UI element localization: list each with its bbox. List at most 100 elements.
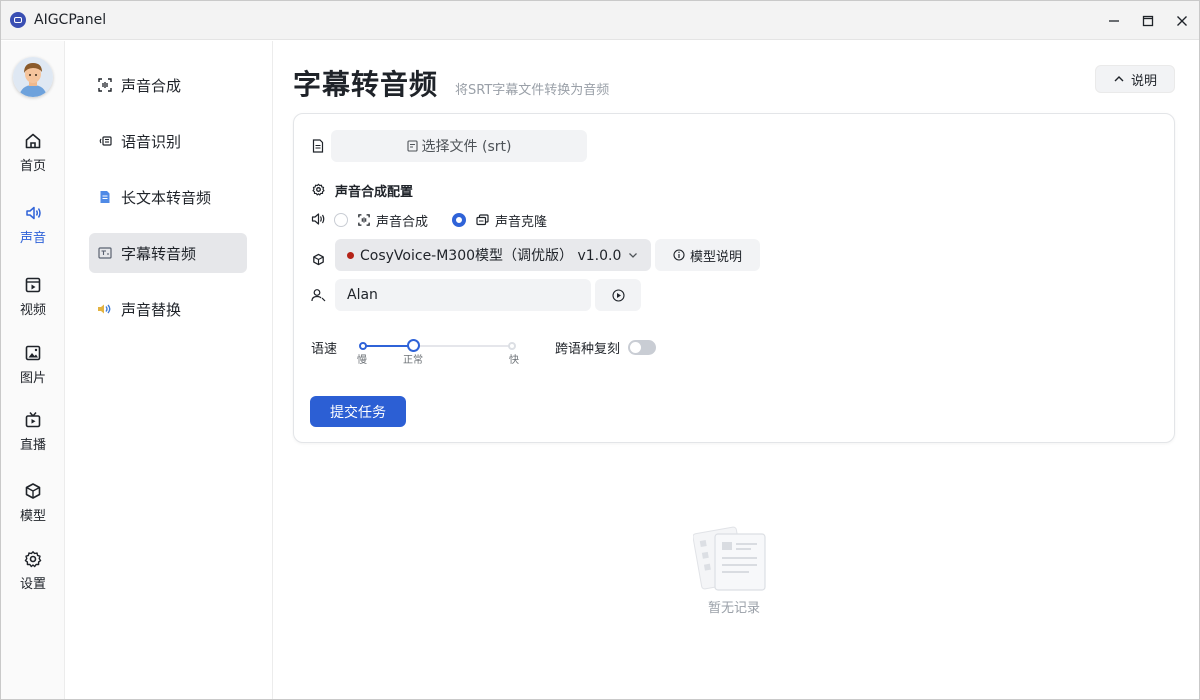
- image-icon: [25, 345, 41, 361]
- subnav-label: 字幕转音频: [121, 244, 197, 263]
- nav-label: 设置: [19, 577, 46, 592]
- radio-circle-checked[interactable]: [452, 213, 467, 227]
- live-icon: [25, 412, 41, 428]
- radio-sound-synthesis[interactable]: 声音合成: [334, 211, 428, 230]
- nav-label: 图片: [19, 371, 46, 386]
- subnav-label: 长文本转音频: [121, 188, 212, 207]
- cross-lingual-label: 跨语种复刻: [555, 342, 621, 357]
- subtitle-icon: [97, 245, 113, 261]
- speed-slider[interactable]: [359, 339, 516, 352]
- gear-icon: [24, 551, 42, 568]
- help-label: 说明: [1130, 73, 1157, 89]
- model-info-label: 模型说明: [689, 249, 742, 265]
- app-window: AIGCPanel 首页 声音 视频 图片 直播 模型 设置 声音合成 语音识别…: [0, 0, 1200, 700]
- empty-records-icon: [692, 524, 769, 598]
- task-form-card: 选择文件 (srt) 声音合成配置 声音合成 声音克隆 CosyVoice-M3…: [293, 113, 1175, 443]
- nav-label: 首页: [19, 159, 46, 174]
- maximize-icon: [1142, 15, 1154, 26]
- play-icon: [611, 288, 625, 302]
- app-logo-icon: [10, 12, 26, 28]
- config-title: 声音合成配置: [335, 185, 414, 200]
- nav-label: 模型: [19, 509, 46, 524]
- video-icon: [25, 277, 41, 293]
- close-icon: [1177, 15, 1187, 26]
- subnav-item-sound-synthesis[interactable]: 声音合成: [89, 65, 247, 105]
- nav-item-sound[interactable]: 声音: [1, 197, 65, 253]
- chevron-up-icon: [1114, 76, 1124, 82]
- radio-sound-clone[interactable]: 声音克隆: [452, 211, 547, 230]
- cross-lingual-toggle[interactable]: [628, 340, 656, 355]
- minimize-icon: [1109, 19, 1119, 22]
- subnav-label: 声音合成: [121, 76, 182, 95]
- subnav-item-subtitle-to-audio[interactable]: 字幕转音频: [89, 233, 247, 273]
- app-title: AIGCPanel: [34, 12, 107, 28]
- primary-nav: 首页 声音 视频 图片 直播 模型 设置: [1, 41, 65, 699]
- nav-item-video[interactable]: 视频: [1, 269, 65, 325]
- model-status-dot: [347, 251, 354, 259]
- avatar[interactable]: [13, 57, 53, 97]
- scan-icon: [358, 214, 370, 226]
- select-file-button[interactable]: 选择文件 (srt): [331, 130, 587, 162]
- nav-label: 视频: [19, 303, 46, 318]
- speed-mark-label: 正常: [403, 355, 423, 366]
- maximize-button[interactable]: [1131, 1, 1165, 40]
- cube-icon: [310, 251, 326, 267]
- model-info-button[interactable]: 模型说明: [655, 239, 760, 271]
- info-icon: [673, 249, 685, 261]
- nav-item-home[interactable]: 首页: [1, 125, 65, 181]
- radio-label: 声音合成: [376, 214, 429, 230]
- subnav-item-sound-replace[interactable]: 声音替换: [89, 289, 247, 329]
- radio-circle[interactable]: [334, 213, 348, 227]
- window-controls: [1097, 1, 1199, 40]
- help-button[interactable]: 说明: [1095, 65, 1175, 93]
- select-file-label: 选择文件 (srt): [421, 139, 512, 155]
- home-icon: [25, 133, 41, 149]
- scan-icon: [97, 77, 113, 93]
- main-content: 字幕转音频 将SRT字幕文件转换为音频 说明 选择文件 (srt) 声音合成配置: [273, 41, 1199, 699]
- volume-icon: [310, 211, 326, 227]
- mode-radio-group: 声音合成 声音克隆: [334, 210, 571, 230]
- settings-icon: [310, 181, 326, 197]
- empty-records-text: 暂无记录: [707, 601, 760, 616]
- voice-select-value: Alan: [347, 287, 378, 303]
- file-icon: [310, 138, 326, 154]
- nav-item-live[interactable]: 直播: [1, 404, 65, 460]
- play-preview-button[interactable]: [595, 279, 641, 311]
- subnav-label: 声音替换: [121, 300, 182, 319]
- chevron-down-icon: [629, 253, 637, 258]
- toggle-knob: [630, 342, 641, 353]
- slider-fill: [362, 345, 413, 347]
- nav-item-settings[interactable]: 设置: [1, 543, 65, 599]
- submit-task-button[interactable]: 提交任务: [310, 396, 406, 427]
- slider-mark-fast[interactable]: [508, 342, 516, 350]
- nav-item-image[interactable]: 图片: [1, 337, 65, 393]
- file-select-icon: [406, 140, 418, 152]
- secondary-nav: 声音合成 语音识别 长文本转音频 字幕转音频 声音替换: [65, 41, 273, 699]
- page-title: 字幕转音频: [293, 68, 439, 101]
- page-subtitle: 将SRT字幕文件转换为音频: [455, 83, 610, 98]
- minimize-button[interactable]: [1097, 1, 1131, 40]
- nav-item-model[interactable]: 模型: [1, 475, 65, 531]
- subnav-item-long-text[interactable]: 长文本转音频: [89, 177, 247, 217]
- swap-sound-icon: [97, 301, 113, 317]
- user-voice-icon: [310, 287, 326, 303]
- nav-label: 直播: [19, 438, 46, 453]
- title-bar: AIGCPanel: [1, 1, 1199, 40]
- nav-label: 声音: [19, 231, 46, 246]
- document-icon: [97, 189, 113, 205]
- slider-mark-slow[interactable]: [359, 342, 367, 350]
- speed-label: 语速: [311, 342, 338, 357]
- model-select-value: CosyVoice-M300模型（调优版） v1.0.0: [360, 248, 622, 264]
- speed-mark-label: 快: [509, 355, 519, 366]
- voice-recognition-icon: [97, 133, 113, 149]
- cube-icon: [25, 483, 41, 499]
- speed-mark-label: 慢: [357, 355, 367, 366]
- model-select[interactable]: CosyVoice-M300模型（调优版） v1.0.0: [335, 239, 651, 271]
- clone-icon: [476, 214, 489, 226]
- radio-label: 声音克隆: [495, 214, 548, 230]
- subnav-item-speech-recognition[interactable]: 语音识别: [89, 121, 247, 161]
- speaker-icon: [26, 206, 41, 220]
- close-button[interactable]: [1165, 1, 1199, 40]
- voice-select[interactable]: Alan: [335, 279, 591, 311]
- subnav-label: 语音识别: [121, 132, 182, 151]
